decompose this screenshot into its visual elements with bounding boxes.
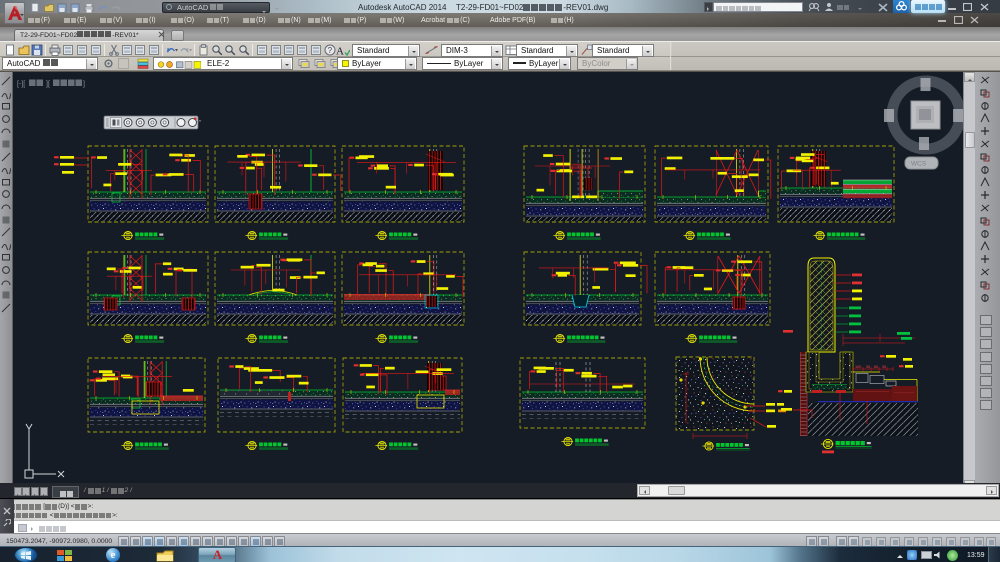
svg-text:]: ] xyxy=(83,81,85,88)
svg-text:A: A xyxy=(336,46,344,57)
svg-text:30: 30 xyxy=(882,365,886,369)
svg-text:30: 30 xyxy=(866,365,870,369)
svg-text:60: 60 xyxy=(874,365,878,369)
svg-text:?: ? xyxy=(328,46,333,55)
svg-text:][: ][ xyxy=(46,81,50,88)
svg-text:WCS: WCS xyxy=(911,161,927,168)
svg-text:100: 100 xyxy=(855,365,861,369)
svg-text:[-][: [-][ xyxy=(17,81,25,88)
